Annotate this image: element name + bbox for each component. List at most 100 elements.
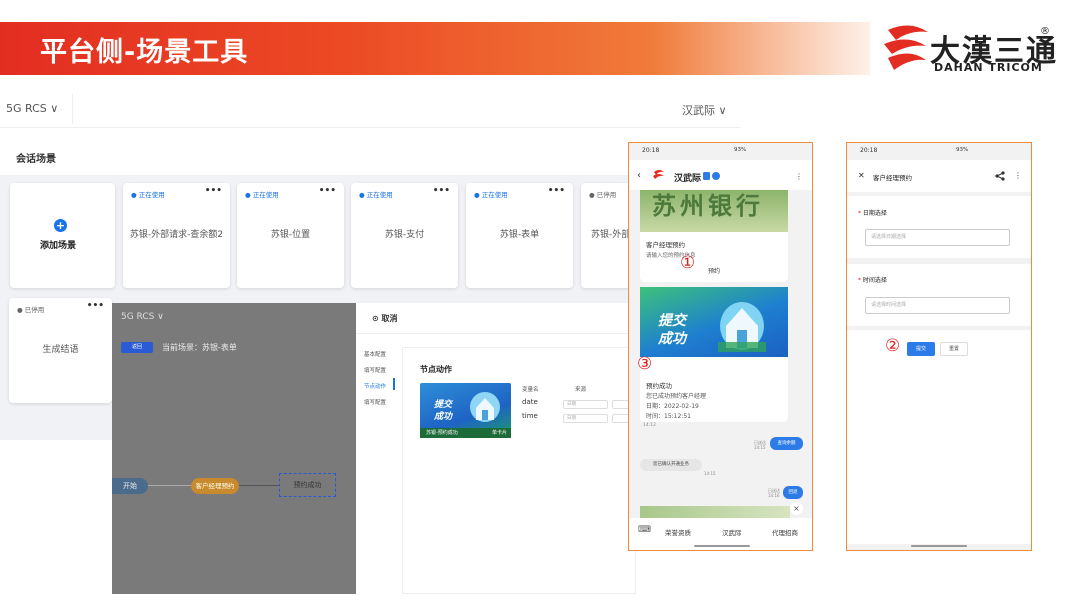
status-badge: ● 正在使用 — [359, 191, 393, 199]
status-time: 20:18 — [642, 147, 660, 154]
share-icon[interactable] — [995, 171, 1005, 181]
time-label-text: 时间选择 — [862, 277, 887, 284]
home-indicator[interactable] — [911, 545, 967, 547]
var-name: date — [522, 398, 538, 406]
close-icon[interactable]: × — [790, 502, 803, 515]
col-header-src: 来源 — [575, 387, 587, 393]
var-name: time — [522, 412, 538, 420]
status-badge: ● 正在使用 — [131, 191, 165, 199]
console-topbar — [0, 92, 740, 128]
status-time: 20:18 — [860, 147, 878, 154]
scene-card[interactable]: ● 正在使用 ••• 苏银-位置 — [237, 183, 344, 288]
var-source-select[interactable]: 日期 — [563, 400, 608, 409]
scene-name: 苏银-外部请求-查余额2 — [129, 230, 224, 240]
flow-node-success[interactable]: 预约成功 — [279, 473, 336, 497]
editor-nav-basic[interactable]: 基本配置 — [364, 350, 386, 358]
more-vertical-icon[interactable]: ⋮ — [1014, 171, 1022, 180]
status-badge: ● 正在使用 — [474, 191, 508, 199]
bank-banner-text: 苏州银行 — [652, 191, 764, 220]
reset-button[interactable]: 重置 — [940, 342, 968, 356]
scene-card[interactable]: ● 正在使用 ••• 苏银-支付 — [351, 183, 458, 288]
more-icon[interactable]: ••• — [548, 186, 565, 196]
card-line: 时间：15:12:51 — [646, 413, 691, 420]
back-icon[interactable]: ‹ — [637, 170, 641, 181]
add-scene-card[interactable] — [10, 183, 115, 288]
card-preview-caption: 苏银-预约成功 单卡片 — [420, 428, 511, 438]
verified-icon — [703, 172, 720, 180]
product-selector[interactable]: 5G RCS ∨ — [6, 102, 58, 115]
editor-nav-fill[interactable]: 填写配置 — [364, 366, 386, 374]
flow-connector — [148, 485, 192, 486]
card-line: 您已成功预约客户经理 — [646, 393, 707, 400]
house-icon — [718, 302, 766, 352]
section-title: 会话场景 — [16, 154, 56, 165]
nav-active-indicator — [393, 378, 395, 390]
card-preview-text: 提交 成功 — [434, 400, 453, 422]
outgoing-bubble[interactable]: 查询余额 — [770, 437, 803, 450]
more-icon[interactable]: ••• — [205, 186, 222, 196]
contact-name: 汉武际 — [674, 174, 702, 184]
menu-tab-honors[interactable]: 荣誉资质 — [665, 527, 691, 537]
registered-mark: ® — [1040, 26, 1050, 37]
status-badge: ● 已停用 — [17, 306, 45, 314]
date-input[interactable]: 请选择日期选择 — [865, 229, 1010, 246]
date-label: * 日期选择 — [858, 210, 887, 217]
var-source-select[interactable]: 日期 — [563, 414, 608, 423]
time-input[interactable]: 请选择时间选择 — [865, 297, 1010, 314]
status-badge: ● 正在使用 — [245, 191, 279, 199]
current-scene-label: 当前场景：苏银-表单 — [162, 343, 237, 352]
more-icon[interactable]: ••• — [433, 186, 450, 196]
editor-nav-action[interactable]: 节点动作 — [364, 382, 386, 390]
outgoing-bubble[interactable]: 回退 — [783, 486, 803, 499]
card-preview-strip — [640, 506, 790, 518]
slide-title: 平台侧-场景工具 — [40, 37, 249, 68]
callout-2: ② — [885, 336, 901, 356]
status-battery: 93% — [956, 147, 969, 153]
flow-product-selector[interactable]: 5G RCS ∨ — [121, 312, 164, 322]
cancel-button[interactable]: ⊙ 取消 — [372, 313, 398, 324]
message-meta: 已送达 14:16 — [768, 488, 780, 498]
more-icon[interactable]: ••• — [319, 186, 336, 196]
scene-name: 苏银-外部 — [591, 230, 629, 240]
menu-tab-hanwuji[interactable]: 汉武际 — [722, 527, 742, 537]
card-caption-right: 单卡片 — [491, 430, 507, 436]
flow-connector — [239, 485, 279, 486]
editor-nav-fill2[interactable]: 填写配置 — [364, 398, 386, 406]
home-indicator[interactable] — [694, 545, 750, 547]
submit-success-text: 提交 成功 — [658, 313, 686, 347]
node-action-title: 节点动作 — [420, 365, 452, 374]
time-label: * 时间选择 — [858, 277, 887, 284]
message-time: 14:15 — [704, 471, 716, 476]
appointment-button[interactable]: 预约 — [708, 266, 720, 275]
keyboard-icon[interactable]: ⌨ — [638, 525, 651, 535]
user-menu[interactable]: 汉武际 ∨ — [682, 102, 727, 118]
date-label-text: 日期选择 — [862, 210, 887, 217]
flow-node-appointment[interactable]: 客户经理预约 — [191, 478, 239, 494]
scene-card[interactable]: ● 已停用 ••• 生成结语 — [9, 298, 112, 403]
more-icon[interactable]: ••• — [87, 301, 104, 311]
callout-1: ① — [680, 253, 696, 273]
submit-button[interactable]: 提交 — [907, 342, 935, 356]
slide: 平台侧-场景工具 大漢三通 DAHAN TRICOM ® 5G RCS ∨ 汉武… — [0, 0, 1080, 603]
callout-3: ③ — [637, 354, 653, 374]
card-line: 日期：2022-02-19 — [646, 403, 699, 410]
add-scene-label: 添加场景 — [40, 241, 77, 251]
incoming-bubble[interactable]: 您已确认开通业务 — [640, 459, 702, 471]
status-battery: 93% — [734, 147, 747, 153]
divider — [356, 333, 636, 334]
close-icon[interactable]: ✕ — [858, 171, 865, 180]
time-section — [847, 264, 1031, 326]
back-tag[interactable]: 返回 — [121, 342, 153, 353]
more-vertical-icon[interactable]: ⋮ — [795, 172, 803, 181]
scene-card[interactable]: ● 正在使用 ••• 苏银-表单 — [466, 183, 573, 288]
scene-name: 苏银-位置 — [270, 230, 311, 240]
house-icon — [470, 392, 500, 422]
scene-name: 苏银-支付 — [384, 230, 425, 240]
scene-card[interactable]: ● 已停用 苏银-外部 — [581, 183, 629, 288]
col-header-var: 变量名 — [522, 387, 539, 393]
flow-node-start[interactable]: 开始 — [112, 478, 148, 494]
plus-circle-icon[interactable]: + — [54, 219, 67, 232]
menu-tab-agency[interactable]: 代理招商 — [772, 527, 798, 537]
scene-card[interactable]: ● 正在使用 ••• 苏银-外部请求-查余额2 — [123, 183, 230, 288]
date-section — [847, 196, 1031, 258]
